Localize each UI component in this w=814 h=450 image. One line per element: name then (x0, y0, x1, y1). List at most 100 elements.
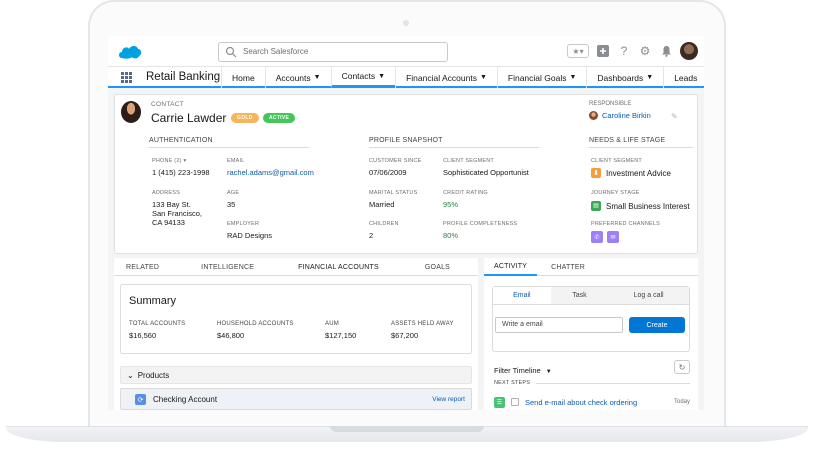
email-channel-icon[interactable]: ✉ (607, 231, 619, 243)
age-label: AGE (227, 190, 240, 196)
record-detail-tabs: RELATED INTELLIGENCE FINANCIAL ACCOUNTS … (114, 258, 478, 276)
nav-tab-accounts[interactable]: Accounts ▼ (264, 67, 331, 88)
global-search-input[interactable]: Search Salesforce (218, 42, 448, 62)
favorites-star-icon[interactable]: ★▾ (567, 44, 589, 58)
marital-status-label: MARITAL STATUS (369, 190, 418, 196)
journey-stage-value: ▤ Small Business Interest (591, 201, 690, 211)
composer-tab-task[interactable]: Task (551, 287, 609, 304)
nav-tab-dashboards[interactable]: Dashboards ▼ (586, 67, 663, 88)
chevron-down-icon: ⌄ (127, 370, 134, 380)
needs-segment-text: Investment Advice (606, 168, 671, 178)
nav-tab-financial-accounts[interactable]: Financial Accounts ▼ (395, 67, 497, 88)
composer-tab-email[interactable]: Email (493, 287, 551, 304)
composer-tab-log-call[interactable]: Log a call (608, 287, 689, 304)
activity-panel: Email Task Log a call Write a email Crea… (484, 276, 698, 410)
email-label: EMAIL (227, 158, 245, 164)
contact-avatar (121, 101, 141, 123)
edit-pencil-icon[interactable]: ✎ (671, 112, 678, 121)
chevron-down-icon[interactable]: ▼ (378, 73, 385, 80)
nav-tabs: Home Accounts ▼ Contacts ▼ Financial Accou… (221, 67, 704, 88)
responsible-owner[interactable]: Caroline Birkin (589, 111, 651, 120)
nav-tab-label: Accounts (275, 72, 311, 83)
customer-since-value: 07/06/2009 (369, 168, 407, 177)
preferred-channels-label: PREFERRED CHANNELS (591, 221, 661, 227)
task-item[interactable]: ☰ Send e-mail about check ordering Today (494, 396, 690, 408)
journey-stage-label: JOURNEY STAGE (591, 190, 640, 196)
app-launcher-icon[interactable] (121, 72, 132, 83)
phone-label[interactable]: PHONE (2) ▾ (152, 158, 186, 164)
checking-account-row[interactable]: ⟳ Checking Account View report (120, 388, 472, 410)
products-section-toggle[interactable]: ⌄ Products (120, 366, 472, 384)
tab-intelligence[interactable]: INTELLIGENCE (171, 258, 266, 276)
filter-timeline-dropdown[interactable]: Filter Timeline ▼ (494, 366, 552, 375)
chevron-down-icon[interactable]: ▼ (314, 74, 321, 81)
global-create-icon[interactable] (596, 44, 610, 58)
tab-chatter[interactable]: CHATTER (537, 258, 595, 276)
checking-account-label[interactable]: Checking Account (153, 395, 217, 404)
tab-financial-accounts[interactable]: FINANCIAL ACCOUNTS (266, 258, 391, 276)
nav-tab-label: Financial Accounts (406, 72, 477, 83)
chevron-down-icon[interactable]: ▼ (480, 74, 487, 81)
search-icon (225, 46, 237, 58)
aum-value: $127,150 (325, 331, 357, 340)
tab-goals[interactable]: GOALS (391, 258, 462, 276)
chevron-down-icon[interactable]: ▼ (646, 74, 653, 81)
address-line-1: 133 Bay St. (152, 200, 191, 209)
aum-label: AUM (325, 321, 339, 327)
household-accounts-value: $46,800 (217, 331, 245, 340)
task-icon: ☰ (494, 396, 505, 408)
caret-down-icon: ▼ (545, 369, 552, 375)
total-accounts-label: TOTAL ACCOUNTS (129, 321, 186, 327)
section-authentication: AUTHENTICATION (149, 137, 309, 148)
customer-since-label: CUSTOMER SINCE (369, 158, 422, 164)
view-report-link[interactable]: View report (432, 396, 465, 403)
create-button[interactable]: Create (629, 317, 685, 333)
account-icon: ⟳ (135, 394, 146, 405)
tab-related[interactable]: RELATED (114, 258, 171, 276)
divider (536, 382, 690, 384)
composer-tabs: Email Task Log a call (493, 287, 689, 305)
email-compose-placeholder: Write a email (502, 321, 543, 328)
nav-tab-leads[interactable]: Leads (663, 67, 704, 88)
household-accounts-label: HOUSEHOLD ACCOUNTS (217, 321, 294, 327)
notifications-bell-icon[interactable] (659, 44, 673, 58)
app-screen: Search Salesforce ★▾ ? ⚙ Retail Banking … (108, 36, 704, 410)
nav-tab-financial-goals[interactable]: Financial Goals ▼ (496, 67, 587, 88)
nav-tab-label: Financial Goals (507, 72, 567, 83)
address-line-3: CA 94133 (152, 218, 185, 227)
active-badge: ACTIVE (263, 113, 296, 123)
setup-gear-icon[interactable]: ⚙ (638, 44, 652, 58)
task-subject[interactable]: Send e-mail about check ordering (525, 398, 637, 407)
children-label: CHILDREN (369, 221, 399, 227)
assets-held-away-value: $67,200 (391, 331, 419, 340)
owner-avatar (589, 111, 598, 120)
chevron-down-icon[interactable]: ▼ (569, 74, 576, 81)
children-value: 2 (369, 231, 374, 240)
salesforce-cloud-logo[interactable] (118, 44, 142, 59)
contact-record-panel: CONTACT Carrie Lawder GOLD ACTIVE RESPON… (114, 94, 698, 254)
email-compose-input[interactable]: Write a email (495, 317, 623, 333)
nav-tab-label: Contacts (341, 71, 376, 81)
help-icon[interactable]: ? (617, 44, 631, 58)
client-segment-value: Sophisticated Opportunist (443, 168, 529, 177)
activity-chatter-tabs: ACTIVITY CHATTER (484, 258, 698, 276)
assets-held-away-label: ASSETS HELD AWAY (391, 321, 454, 327)
section-needs-life-stage: NEEDS & LIFE STAGE (589, 137, 693, 148)
task-checkbox[interactable] (511, 398, 519, 406)
task-date: Today (673, 399, 690, 405)
user-avatar[interactable] (680, 42, 698, 60)
employer-value: RAD Designs (227, 231, 273, 240)
global-header: Search Salesforce ★▾ ? ⚙ (108, 36, 704, 66)
credit-rating-value: 95% (443, 200, 459, 209)
refresh-icon[interactable]: ↻ (674, 360, 690, 374)
owner-name[interactable]: Caroline Birkin (602, 111, 651, 120)
tab-activity[interactable]: ACTIVITY (484, 258, 538, 276)
summary-title: Summary (129, 295, 177, 307)
laptop-notch (330, 426, 484, 432)
address-label: ADDRESS (152, 190, 180, 196)
nav-tab-home[interactable]: Home (221, 67, 265, 88)
phone-channel-icon[interactable]: ✆ (591, 231, 603, 243)
next-steps-label: NEXT STEPS (494, 380, 531, 386)
email-link[interactable]: rachel.adams@gmail.com (227, 168, 314, 177)
nav-tab-contacts[interactable]: Contacts ▼ (330, 67, 396, 88)
